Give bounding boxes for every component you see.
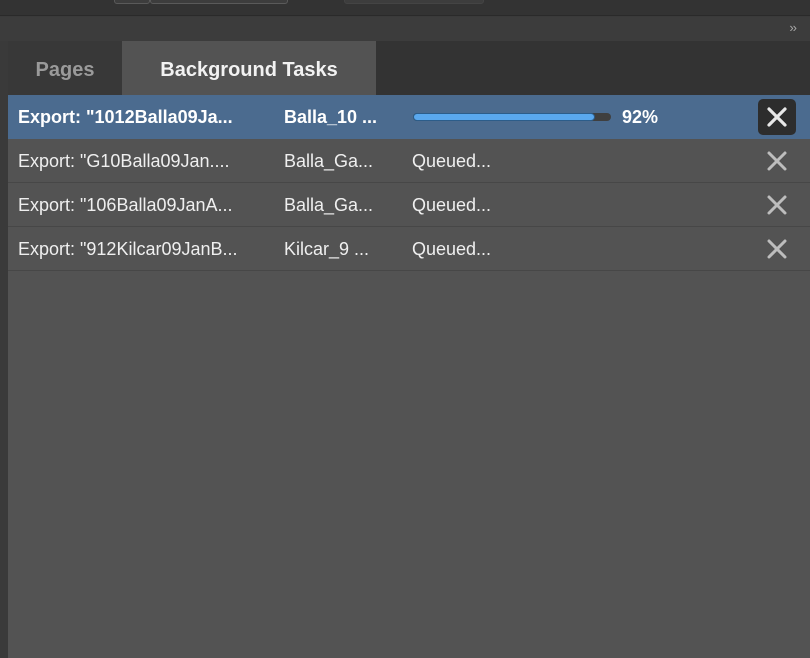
tab-background-tasks[interactable]: Background Tasks [122,41,376,95]
task-file: Balla_10 ... [284,107,378,127]
background-tasks-panel: Pages Background Tasks Export: "1012Ball… [8,41,810,658]
task-name: Export: "G10Balla09Jan.... [18,151,230,171]
task-name: Export: "1012Balla09Ja... [18,107,233,127]
close-icon [767,151,787,171]
task-row[interactable]: Export: "G10Balla09Jan.... Balla_Ga... Q… [8,139,810,183]
task-status: Queued... [412,239,492,259]
panel-header-bar: ›› [0,17,810,41]
task-name: Export: "106Balla09JanA... [18,195,233,215]
close-icon [767,107,787,127]
progress-bar [413,113,611,121]
top-toolbar-strip [0,0,810,16]
task-file: Balla_Ga... [284,195,374,215]
close-icon [767,195,787,215]
toolbar-control[interactable] [344,0,484,4]
task-row[interactable]: Export: "1012Balla09Ja... Balla_10 ... 9… [8,95,810,139]
progress-fill [413,113,596,121]
toolbar-control[interactable] [150,0,288,4]
toolbar-control[interactable] [114,0,150,4]
progress-percent: 92% [622,107,659,127]
tab-bar: Pages Background Tasks [8,41,810,95]
close-icon [767,239,787,259]
cancel-task-button[interactable] [758,143,796,179]
task-file: Kilcar_9 ... [284,239,370,259]
double-chevron-right-icon[interactable]: ›› [789,20,797,35]
task-row[interactable]: Export: "106Balla09JanA... Balla_Ga... Q… [8,183,810,227]
task-file: Balla_Ga... [284,151,374,171]
task-status: Queued... [412,195,492,215]
task-list: Export: "1012Balla09Ja... Balla_10 ... 9… [8,95,810,658]
task-name: Export: "912Kilcar09JanB... [18,239,238,259]
task-status: Queued... [412,151,492,171]
cancel-task-button[interactable] [758,231,796,267]
task-row[interactable]: Export: "912Kilcar09JanB... Kilcar_9 ...… [8,227,810,271]
cancel-task-button[interactable] [758,99,796,135]
tab-pages[interactable]: Pages [8,41,122,95]
cancel-task-button[interactable] [758,187,796,223]
